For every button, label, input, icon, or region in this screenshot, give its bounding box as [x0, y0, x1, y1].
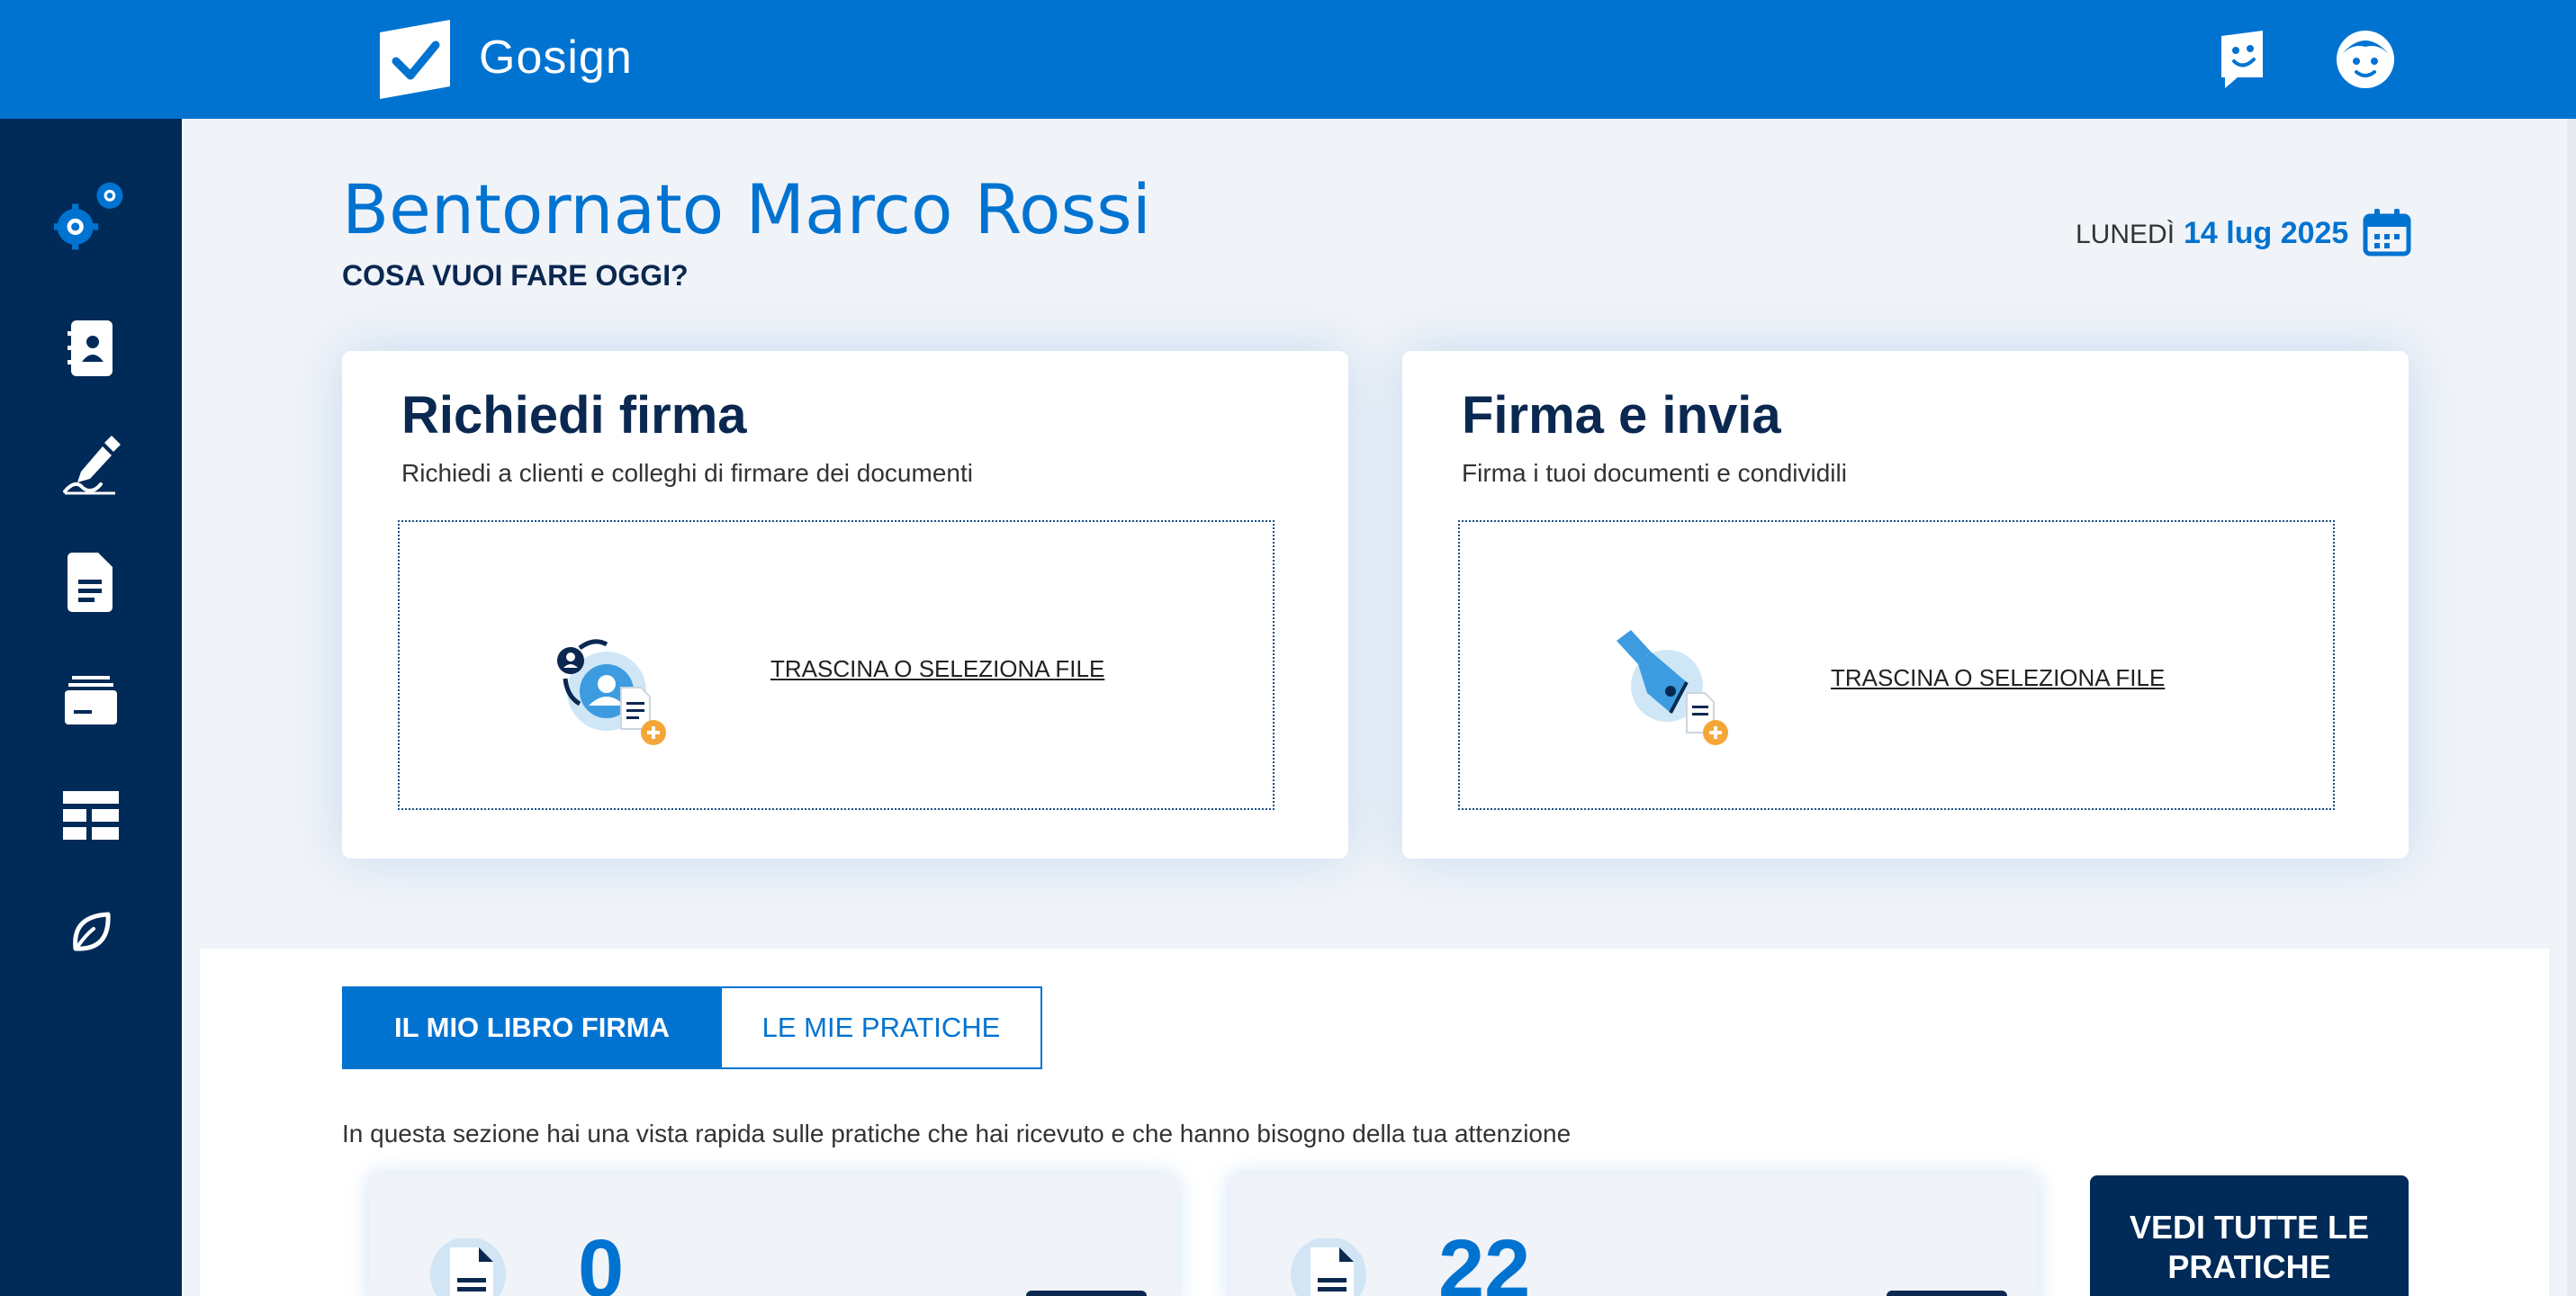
- tab-signature-book[interactable]: IL MIO LIBRO FIRMA: [342, 986, 722, 1069]
- card-subtitle: Richiedi a clienti e colleghi di firmare…: [401, 459, 973, 487]
- select-file-link[interactable]: TRASCINA O SELEZIONA FILE: [1831, 664, 2165, 692]
- user-avatar-icon[interactable]: [2329, 23, 2401, 95]
- date-weekday: LUNEDÌ: [2076, 220, 2175, 249]
- panel-description: In questa sezione hai una vista rapida s…: [342, 1120, 1572, 1148]
- card-title: Firma e invia: [1462, 386, 1781, 445]
- scrollbar[interactable]: [2567, 119, 2576, 1296]
- page-subtitle: COSA VUOI FARE OGGI?: [342, 259, 689, 292]
- stat-action-button[interactable]: [1026, 1291, 1147, 1296]
- document-icon: [430, 1237, 511, 1296]
- request-signature-illustration-icon: [544, 628, 679, 754]
- stat-action-button[interactable]: [1887, 1291, 2007, 1296]
- file-drop-zone[interactable]: TRASCINA O SELEZIONA FILE: [398, 520, 1274, 810]
- sign-pen-illustration-icon: [1604, 626, 1739, 752]
- table-grid-icon[interactable]: [54, 779, 128, 853]
- calendar-icon[interactable]: [2362, 207, 2412, 257]
- card-subtitle: Firma i tuoi documenti e condividili: [1462, 459, 1847, 487]
- gosign-logo-icon[interactable]: [378, 20, 452, 99]
- leaf-icon[interactable]: [54, 896, 128, 970]
- stat-value: 22: [1438, 1223, 1531, 1296]
- sidebar: [0, 119, 182, 1296]
- pen-sign-icon[interactable]: [54, 428, 128, 502]
- card-title: Richiedi firma: [401, 386, 747, 445]
- stat-value: 0: [578, 1223, 625, 1296]
- select-file-link[interactable]: TRASCINA O SELEZIONA FILE: [770, 655, 1104, 683]
- see-all-files-button[interactable]: VEDI TUTTE LE PRATICHE: [2090, 1175, 2409, 1296]
- sign-and-send-card: Firma e invia Firma i tuoi documenti e c…: [1402, 351, 2409, 859]
- brand-name[interactable]: Gosign: [479, 31, 633, 85]
- stat-card[interactable]: 0: [369, 1174, 1177, 1296]
- date-value: 14 lug 2025: [2184, 216, 2349, 250]
- settings-gears-icon[interactable]: [54, 180, 128, 254]
- archive-box-icon[interactable]: [54, 664, 128, 738]
- file-drop-zone[interactable]: TRASCINA O SELEZIONA FILE: [1458, 520, 2335, 810]
- tab-my-files[interactable]: LE MIE PRATICHE: [720, 986, 1042, 1069]
- stat-card[interactable]: 22: [1229, 1174, 2038, 1296]
- top-bar: Gosign: [0, 0, 2576, 119]
- page-title: Bentornato Marco Rossi: [342, 169, 1151, 249]
- chat-smiley-icon[interactable]: [2205, 23, 2277, 95]
- address-book-icon[interactable]: [54, 311, 128, 385]
- request-signature-card: Richiedi firma Richiedi a clienti e coll…: [342, 351, 1348, 859]
- document-icon: [1291, 1237, 1372, 1296]
- document-icon[interactable]: [54, 545, 128, 619]
